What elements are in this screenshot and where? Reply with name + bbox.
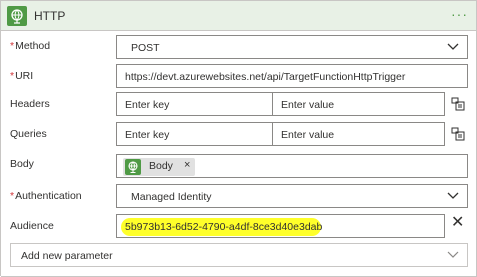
- globe-icon: [7, 6, 27, 26]
- body-input[interactable]: Body ×: [116, 154, 468, 178]
- uri-value: https://devt.azurewebsites.net/api/Targe…: [125, 71, 406, 83]
- chevron-down-icon: [447, 43, 459, 50]
- queries-key-input[interactable]: Enter key: [125, 129, 169, 141]
- close-icon[interactable]: ×: [184, 159, 190, 171]
- body-token-label: Body: [149, 160, 173, 172]
- audience-label: Audience: [10, 220, 54, 232]
- globe-icon: [125, 159, 141, 175]
- http-action-card: HTTP ··· *Method POST *URI https://devt.…: [0, 0, 477, 277]
- headers-value-input[interactable]: Enter value: [281, 99, 334, 111]
- divider: [272, 123, 273, 145]
- uri-label: *URI: [10, 70, 34, 82]
- card-header[interactable]: HTTP ···: [1, 1, 476, 31]
- uri-input[interactable]: https://devt.azurewebsites.net/api/Targe…: [116, 64, 468, 88]
- more-icon[interactable]: ···: [451, 6, 468, 22]
- method-dropdown[interactable]: POST: [116, 35, 468, 59]
- authentication-label: *Authentication: [10, 190, 82, 202]
- add-parameter-dropdown[interactable]: Add new parameter: [10, 243, 468, 267]
- chevron-down-icon: [447, 251, 459, 258]
- divider: [272, 93, 273, 115]
- audience-value: 5b973b13-6d52-4790-a4df-8ce3d40e3dab: [125, 221, 323, 233]
- queries-input-group: Enter key Enter value: [116, 122, 445, 146]
- switch-mode-icon[interactable]: [450, 96, 466, 112]
- card-title: HTTP: [34, 9, 66, 23]
- queries-label: Queries: [10, 128, 47, 140]
- authentication-dropdown[interactable]: Managed Identity: [116, 184, 468, 208]
- audience-input[interactable]: 5b973b13-6d52-4790-a4df-8ce3d40e3dab: [116, 214, 445, 238]
- headers-input-group: Enter key Enter value: [116, 92, 445, 116]
- body-label: Body: [10, 158, 34, 170]
- add-parameter-label: Add new parameter: [21, 250, 113, 262]
- method-label: *Method: [10, 40, 51, 52]
- close-icon[interactable]: ✕: [451, 212, 464, 232]
- switch-mode-icon[interactable]: [450, 126, 466, 142]
- queries-value-input[interactable]: Enter value: [281, 129, 334, 141]
- headers-label: Headers: [10, 98, 50, 110]
- headers-key-input[interactable]: Enter key: [125, 99, 169, 111]
- authentication-value: Managed Identity: [131, 191, 212, 203]
- method-value: POST: [131, 42, 160, 54]
- chevron-down-icon: [447, 192, 459, 199]
- body-token[interactable]: Body ×: [123, 158, 195, 176]
